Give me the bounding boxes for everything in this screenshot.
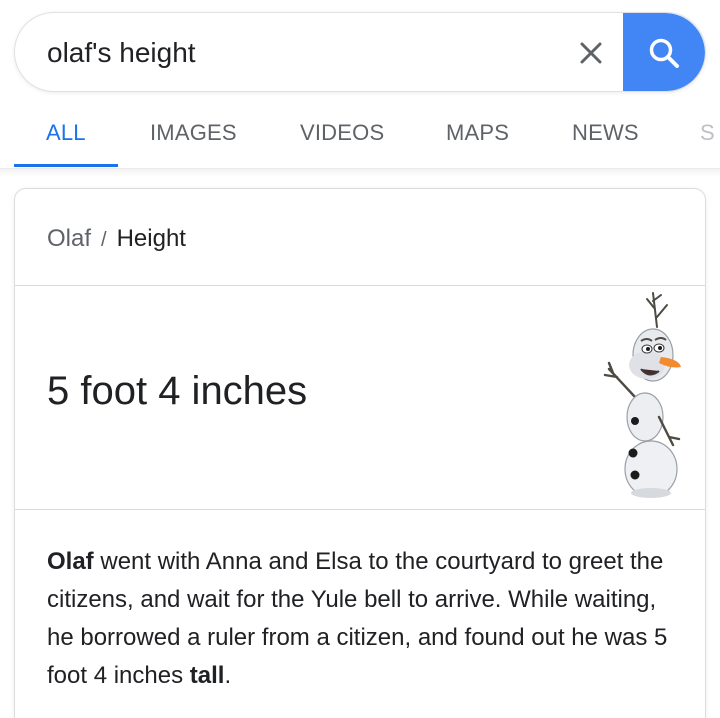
tab-maps[interactable]: MAPS — [446, 120, 509, 146]
tab-shopping[interactable]: S — [700, 120, 715, 146]
olaf-image[interactable] — [595, 287, 695, 507]
tab-news[interactable]: NEWS — [572, 120, 639, 146]
search-input[interactable] — [47, 33, 547, 73]
description-snippet: Olaf went with Anna and Elsa to the cour… — [47, 543, 687, 695]
breadcrumb-current: Height — [116, 225, 186, 252]
active-tab-indicator — [14, 164, 118, 167]
breadcrumb: Olaf / Height — [47, 225, 186, 253]
search-tabs: ALL IMAGES VIDEOS MAPS NEWS S — [0, 100, 720, 168]
snippet-end: . — [224, 662, 232, 689]
breadcrumb-separator: / — [101, 229, 107, 251]
tab-images[interactable]: IMAGES — [150, 120, 237, 146]
card-divider — [15, 509, 705, 510]
snippet-bold-keyword: tall — [189, 662, 225, 689]
answer-value: 5 foot 4 inches — [47, 369, 308, 413]
snippet-bold-subject: Olaf — [47, 548, 94, 575]
knowledge-card: Olaf / Height 5 foot 4 inches Olaf went … — [14, 188, 706, 718]
clear-search-button[interactable] — [571, 33, 611, 73]
tabs-shadow — [0, 169, 720, 177]
close-icon — [580, 42, 602, 64]
search-bar — [14, 12, 706, 92]
snippet-text: went with Anna and Elsa to the courtyard… — [47, 548, 668, 689]
search-button[interactable] — [623, 13, 705, 91]
tab-all[interactable]: ALL — [46, 120, 86, 146]
search-icon — [649, 38, 679, 68]
breadcrumb-parent-link[interactable]: Olaf — [47, 225, 91, 252]
tab-videos[interactable]: VIDEOS — [300, 120, 384, 146]
card-divider — [15, 285, 705, 286]
